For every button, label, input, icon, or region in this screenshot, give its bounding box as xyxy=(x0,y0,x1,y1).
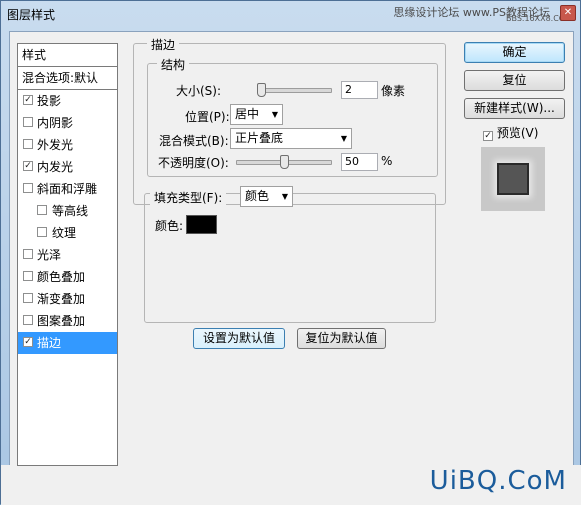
effect-item-label: 渐变叠加 xyxy=(37,292,86,306)
color-label: 颜色: xyxy=(155,219,184,233)
effect-item-label: 斜面和浮雕 xyxy=(37,182,98,196)
effects-list: ✓ 投影内阴影外发光 ✓ 内发光斜面和浮雕等高线纹理光泽颜色叠加渐变叠加图案叠加 ✓ 描边 xyxy=(18,90,117,354)
effect-item-label: 外发光 xyxy=(37,138,74,152)
effect-item-label: 内发光 xyxy=(37,160,74,174)
size-slider-thumb[interactable] xyxy=(257,83,266,97)
brand-watermark: UiBQ.CoM xyxy=(429,466,567,496)
checkbox-icon[interactable]: ✓ xyxy=(23,337,33,347)
effect-item[interactable]: 斜面和浮雕 xyxy=(18,178,117,200)
checkbox-icon[interactable] xyxy=(23,183,33,193)
fill-group xyxy=(144,193,436,323)
opacity-unit: % xyxy=(381,154,393,168)
effect-item[interactable]: ✓ 投影 xyxy=(18,90,117,112)
ok-button[interactable]: 确定 xyxy=(464,42,565,63)
chevron-down-icon: ▼ xyxy=(281,192,288,201)
effect-item-label: 等高线 xyxy=(52,204,89,218)
title-bar[interactable]: 图层样式 思缘设计论坛 www.PS教程论坛 BBS.16XX8.COM ✕ xyxy=(1,1,580,29)
stroke-group-title: 描边 xyxy=(147,36,180,53)
effect-item-label: 内阴影 xyxy=(37,116,74,130)
blend-mode-label: 混合模式(B): xyxy=(159,134,229,148)
effect-item[interactable]: 外发光 xyxy=(18,134,117,156)
checkbox-icon[interactable] xyxy=(23,249,33,259)
styles-header[interactable]: 样式 xyxy=(18,44,117,67)
reset-default-button[interactable]: 复位为默认值 xyxy=(297,328,386,349)
fill-type-select[interactable]: 颜色 ▼ xyxy=(240,186,293,207)
effect-item[interactable]: 内阴影 xyxy=(18,112,117,134)
effect-item-label: 投影 xyxy=(37,94,62,108)
size-slider-track[interactable] xyxy=(260,88,332,93)
checkbox-icon[interactable]: ✓ xyxy=(23,161,33,171)
size-input[interactable]: 2 xyxy=(341,81,378,99)
checkbox-icon[interactable] xyxy=(23,117,33,127)
set-default-button[interactable]: 设置为默认值 xyxy=(193,328,285,349)
preview-square xyxy=(497,163,529,195)
blend-mode-select[interactable]: 正片叠底 ▼ xyxy=(230,128,352,149)
new-style-button[interactable]: 新建样式(W)... xyxy=(464,98,565,119)
fill-type-value: 颜色 xyxy=(245,189,270,203)
effect-item[interactable]: 渐变叠加 xyxy=(18,288,117,310)
preview-checkbox[interactable]: ✓ 预览(V) xyxy=(483,124,538,141)
position-value: 居中 xyxy=(235,107,260,121)
close-button[interactable]: ✕ xyxy=(560,5,576,21)
position-select[interactable]: 居中 ▼ xyxy=(230,104,283,125)
preview-thumbnail xyxy=(481,147,545,211)
checkbox-icon[interactable]: ✓ xyxy=(23,95,33,105)
preview-label: 预览(V) xyxy=(496,126,539,140)
checkbox-icon[interactable] xyxy=(37,227,47,237)
effect-item[interactable]: 颜色叠加 xyxy=(18,266,117,288)
effect-item[interactable]: 光泽 xyxy=(18,244,117,266)
checkbox-icon[interactable] xyxy=(23,139,33,149)
effect-item-label: 描边 xyxy=(37,336,62,350)
chevron-down-icon: ▼ xyxy=(271,110,278,119)
size-label: 大小(S): xyxy=(176,84,222,98)
size-unit: 像素 xyxy=(381,84,406,98)
window-title: 图层样式 xyxy=(7,8,56,22)
styles-list: 样式 混合选项:默认 ✓ 投影内阴影外发光 ✓ 内发光斜面和浮雕等高线纹理光泽颜色叠加… xyxy=(17,43,118,466)
effect-item[interactable]: ✓ 内发光 xyxy=(18,156,117,178)
effect-item[interactable]: 纹理 xyxy=(18,222,117,244)
color-swatch[interactable] xyxy=(186,215,217,234)
reset-button[interactable]: 复位 xyxy=(464,70,565,91)
opacity-label: 不透明度(O): xyxy=(158,156,229,170)
checkbox-icon[interactable] xyxy=(23,293,33,303)
opacity-input[interactable]: 50 xyxy=(341,153,378,171)
effect-item-label: 图案叠加 xyxy=(37,314,86,328)
structure-group-title: 结构 xyxy=(157,56,190,73)
effect-item[interactable]: ✓ 描边 xyxy=(18,332,117,354)
effect-item[interactable]: 图案叠加 xyxy=(18,310,117,332)
effect-item-label: 纹理 xyxy=(52,226,77,240)
effect-item-label: 光泽 xyxy=(37,248,62,262)
checkbox-icon[interactable] xyxy=(23,271,33,281)
position-label: 位置(P): xyxy=(185,110,230,124)
checkbox-icon[interactable] xyxy=(23,315,33,325)
checkbox-icon[interactable] xyxy=(37,205,47,215)
effect-item-label: 颜色叠加 xyxy=(37,270,86,284)
effect-item[interactable]: 等高线 xyxy=(18,200,117,222)
checkbox-icon[interactable]: ✓ xyxy=(483,131,493,141)
blending-options-item[interactable]: 混合选项:默认 xyxy=(18,67,117,90)
blend-mode-value: 正片叠底 xyxy=(235,131,284,145)
opacity-slider-thumb[interactable] xyxy=(280,155,289,169)
fill-type-label: 填充类型(F): xyxy=(150,189,227,206)
chevron-down-icon: ▼ xyxy=(340,134,347,143)
